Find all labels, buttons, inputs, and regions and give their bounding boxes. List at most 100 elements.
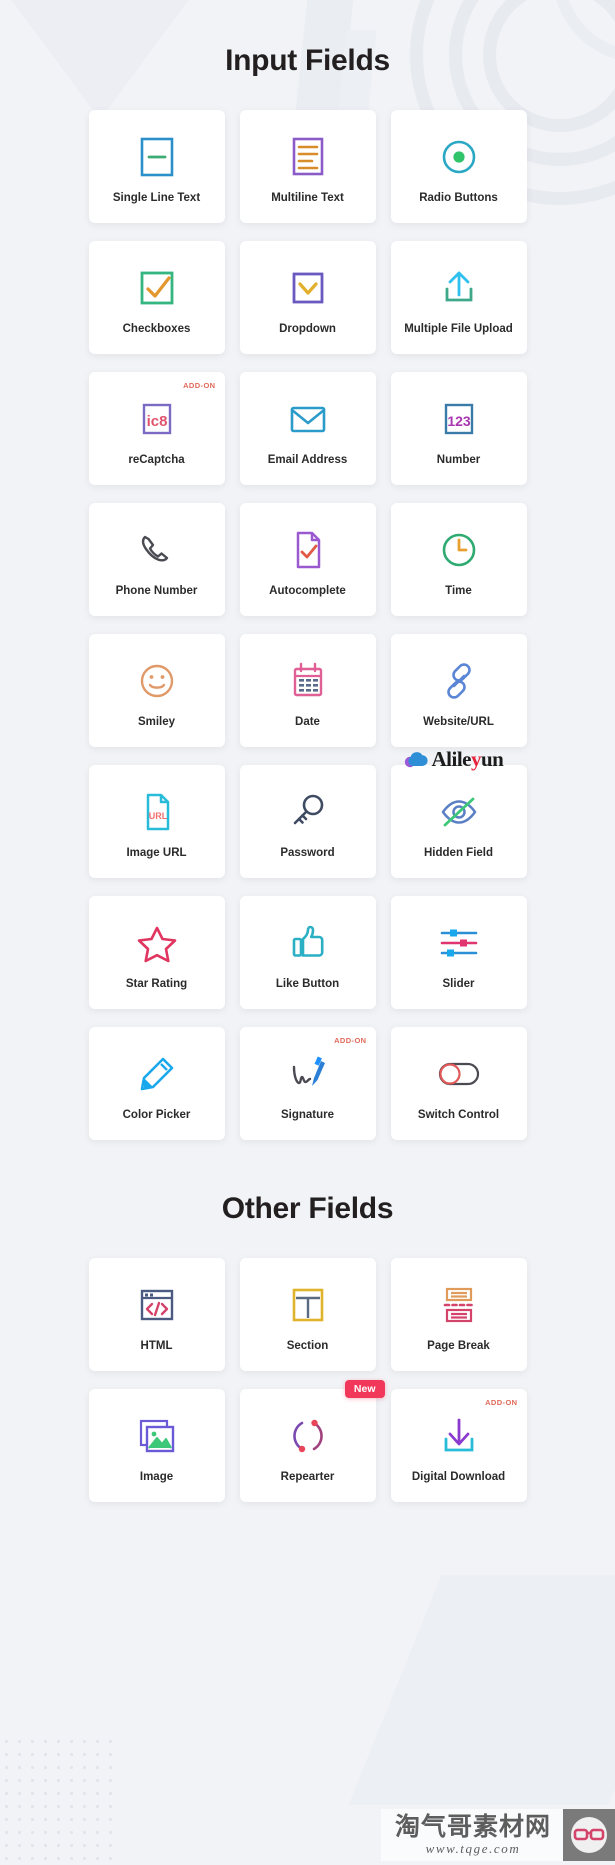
radio-buttons-icon xyxy=(438,131,480,183)
field-card-section[interactable]: Section xyxy=(239,1258,376,1371)
card-label: Single Line Text xyxy=(112,192,201,205)
card-label: Slider xyxy=(442,978,475,991)
field-card-repearter[interactable]: New Repearter xyxy=(239,1380,385,1502)
repeat-cycle-icon xyxy=(286,1410,330,1462)
card-label: Dropdown xyxy=(279,323,336,336)
field-card-checkboxes[interactable]: Checkboxes xyxy=(88,241,225,354)
number-icon: 123 xyxy=(438,393,480,445)
card-label: Time xyxy=(445,585,472,598)
page-content: Input Fields Single Line Text Multiline … xyxy=(0,0,615,1502)
image-url-doc-icon: URL xyxy=(136,786,178,838)
card-label: Switch Control xyxy=(417,1109,500,1122)
other-fields-grid: HTML Section Page Break Image New Repear… xyxy=(0,1258,615,1502)
bg-diagonal-shape xyxy=(348,1575,615,1805)
field-card-color-picker[interactable]: Color Picker xyxy=(88,1027,225,1140)
input-fields-grid: Single Line Text Multiline Text Radio Bu… xyxy=(0,110,615,1140)
card-label: Digital Download xyxy=(411,1471,506,1484)
field-card-number[interactable]: 123 Number xyxy=(390,372,527,485)
card-label: Image xyxy=(139,1471,174,1484)
card-label: Like Button xyxy=(275,978,340,991)
field-card-time[interactable]: Time xyxy=(390,503,527,616)
field-card-like-button[interactable]: Like Button xyxy=(239,896,376,1009)
card-label: Color Picker xyxy=(122,1109,191,1122)
single-line-text-icon xyxy=(137,131,177,183)
code-window-icon xyxy=(135,1279,179,1331)
watermark-text: Alileyun xyxy=(431,747,504,771)
page-title-other-fields: Other Fields xyxy=(221,1192,394,1225)
card-label: Star Rating xyxy=(125,978,188,991)
footer-watermark: 淘气哥素材网 www.tqge.com xyxy=(380,1808,615,1861)
field-card-password[interactable]: Password xyxy=(239,765,376,878)
field-card-signature[interactable]: ADD-ON Signature xyxy=(239,1027,376,1140)
card-label: Multiline Text xyxy=(271,192,344,205)
field-card-dropdown[interactable]: Dropdown xyxy=(239,241,376,354)
svg-text:URL: URL xyxy=(148,811,167,821)
phone-icon xyxy=(134,524,180,576)
eye-slash-icon xyxy=(436,786,482,838)
card-label: Checkboxes xyxy=(122,323,191,336)
card-label: HTML xyxy=(140,1340,173,1353)
toggle-switch-icon xyxy=(434,1048,484,1100)
field-card-page-break[interactable]: Page Break xyxy=(390,1258,527,1371)
card-label: Phone Number xyxy=(115,585,198,598)
card-label: Number xyxy=(436,454,481,467)
card-label: Hidden Field xyxy=(424,847,493,860)
field-card-html[interactable]: HTML xyxy=(88,1258,225,1371)
checkbox-icon xyxy=(136,262,178,314)
field-card-slider[interactable]: Slider xyxy=(390,896,527,1009)
bg-dot-grid xyxy=(0,1735,120,1865)
card-label: Multiple File Upload xyxy=(404,323,513,336)
field-card-date[interactable]: Date xyxy=(239,634,376,747)
calendar-icon xyxy=(287,655,329,707)
field-card-autocomplete[interactable]: Autocomplete xyxy=(239,503,376,616)
field-card-website-url[interactable]: Website/URL xyxy=(390,634,527,747)
footer-watermark-cn: 淘气哥素材网 xyxy=(394,1811,551,1841)
field-card-multiline-text[interactable]: Multiline Text xyxy=(239,110,376,223)
page-title-input-fields: Input Fields xyxy=(225,44,390,77)
file-upload-icon xyxy=(437,262,481,314)
field-card-hidden-field[interactable]: Alileyun Hidden Field xyxy=(390,747,527,878)
dropdown-icon xyxy=(287,262,329,314)
field-card-digital-download[interactable]: ADD-ON Digital Download xyxy=(390,1389,527,1502)
field-card-smiley[interactable]: Smiley xyxy=(88,634,225,747)
slider-icon xyxy=(436,917,482,969)
svg-text:123: 123 xyxy=(447,413,471,429)
thumbs-up-icon xyxy=(287,917,329,969)
card-label: Radio Buttons xyxy=(419,192,498,205)
smiley-icon xyxy=(136,655,178,707)
card-label: Repearter xyxy=(280,1471,335,1484)
section-layout-icon xyxy=(287,1279,329,1331)
field-card-recaptcha[interactable]: ADD-ON ic8 reCaptcha xyxy=(88,372,225,485)
card-label: Image URL xyxy=(126,847,187,860)
envelope-icon xyxy=(285,393,331,445)
footer-watermark-texts: 淘气哥素材网 www.tqge.com xyxy=(380,1808,563,1861)
field-card-single-line-text[interactable]: Single Line Text xyxy=(88,110,225,223)
cloud-logo-icon xyxy=(404,751,428,767)
field-card-radio-buttons[interactable]: Radio Buttons xyxy=(390,110,527,223)
star-icon xyxy=(135,917,179,969)
field-card-switch-control[interactable]: Switch Control xyxy=(390,1027,527,1140)
footer-watermark-url: www.tqge.com xyxy=(425,1841,521,1856)
multiline-text-icon xyxy=(288,131,328,183)
recaptcha-icon: ic8 xyxy=(136,393,178,445)
field-card-email-address[interactable]: Email Address xyxy=(239,372,376,485)
autocomplete-doc-icon xyxy=(287,524,329,576)
card-label: Password xyxy=(280,847,335,860)
image-stack-icon xyxy=(134,1410,180,1462)
field-card-phone-number[interactable]: Phone Number xyxy=(88,503,225,616)
card-label: Website/URL xyxy=(423,716,494,729)
field-card-image[interactable]: Image xyxy=(88,1389,225,1502)
addon-badge: ADD-ON xyxy=(183,381,216,390)
card-label: Signature xyxy=(280,1109,335,1122)
svg-text:ic8: ic8 xyxy=(146,413,167,430)
addon-badge: ADD-ON xyxy=(334,1036,367,1045)
field-card-star-rating[interactable]: Star Rating xyxy=(88,896,225,1009)
addon-badge: ADD-ON xyxy=(485,1398,518,1407)
clock-icon xyxy=(438,524,480,576)
card-label: Page Break xyxy=(427,1340,490,1353)
card-label: Section xyxy=(286,1340,329,1353)
field-card-image-url[interactable]: URL Image URL xyxy=(88,765,225,878)
field-card-multiple-file-upload[interactable]: Multiple File Upload xyxy=(390,241,527,354)
card-label: reCaptcha xyxy=(128,454,185,467)
key-icon xyxy=(286,786,330,838)
